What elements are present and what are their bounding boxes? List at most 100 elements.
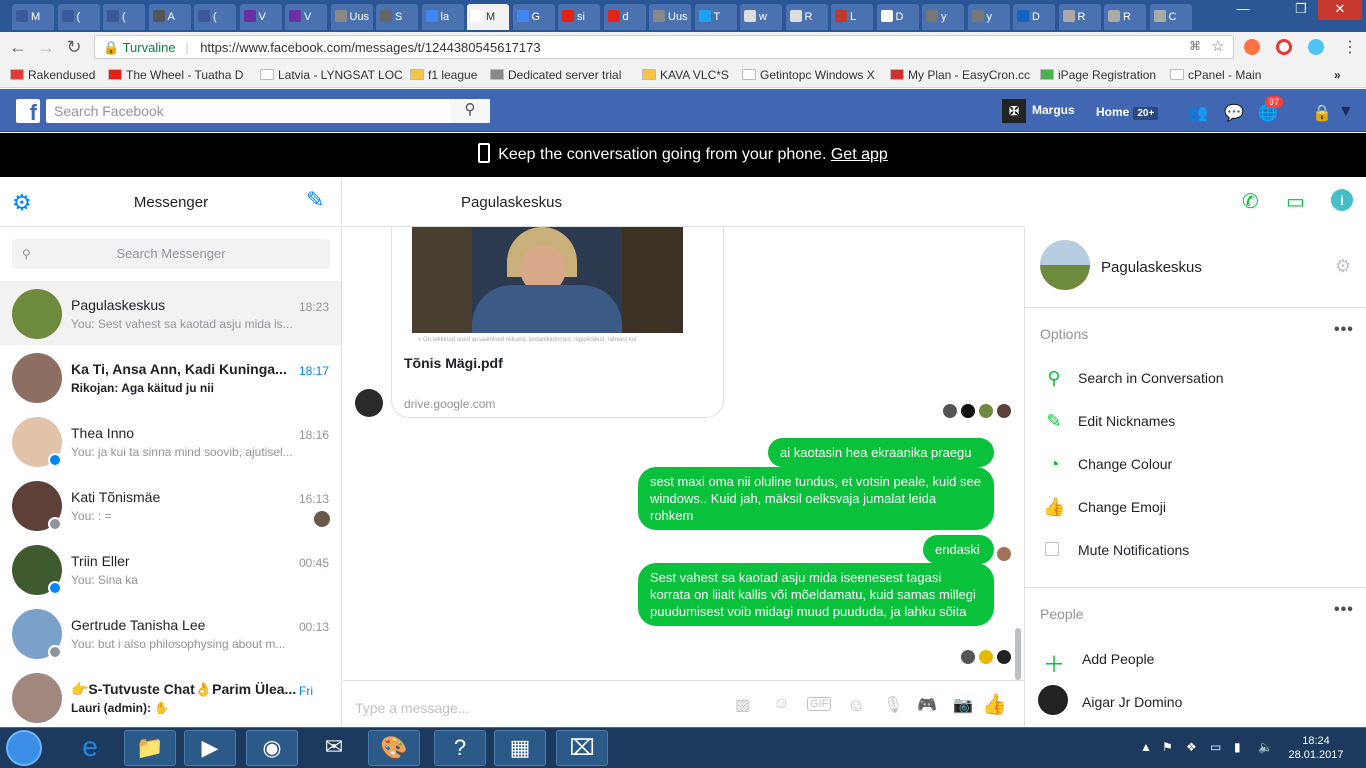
- browser-tab[interactable]: V: [285, 4, 327, 30]
- internet-explorer-icon[interactable]: e: [64, 730, 116, 766]
- option-change-colour[interactable]: Change Colour: [1078, 456, 1172, 472]
- chrome-icon[interactable]: ◉: [246, 730, 298, 766]
- thread-item[interactable]: Ka Ti, Ansa Ann, Kadi Kuninga... Rikojan:…: [0, 345, 341, 409]
- search-messenger-input[interactable]: ⚲ Search Messenger: [12, 239, 330, 269]
- browser-tab[interactable]: M: [467, 4, 509, 30]
- bookmark-item[interactable]: Dedicated server trial: [490, 68, 621, 82]
- browser-tab[interactable]: (: [194, 4, 236, 30]
- paint-icon[interactable]: 🎨: [368, 730, 420, 766]
- reload-icon[interactable]: ↻: [64, 37, 84, 57]
- browser-tab[interactable]: R: [1104, 4, 1146, 30]
- browser-tab[interactable]: si: [558, 4, 600, 30]
- browser-tab[interactable]: la: [421, 4, 464, 30]
- camera-icon[interactable]: 📷: [953, 695, 973, 715]
- browser-tab[interactable]: V: [239, 4, 282, 30]
- browser-tab[interactable]: R: [785, 4, 828, 30]
- browser-tab[interactable]: M: [12, 4, 54, 30]
- bookmark-item[interactable]: f1 league: [410, 68, 477, 82]
- extension-fire-icon[interactable]: [1244, 39, 1260, 55]
- opera-icon[interactable]: [1276, 39, 1292, 55]
- message-input[interactable]: Type a message...: [355, 700, 469, 716]
- thunderbird-icon[interactable]: ✉: [308, 730, 360, 766]
- friend-requests-icon[interactable]: 👥: [1188, 103, 1208, 123]
- bookmark-item[interactable]: My Plan - EasyCron.cc: [890, 68, 1030, 82]
- bookmark-star-icon[interactable]: ☆: [1211, 37, 1224, 55]
- browser-tab[interactable]: C: [1149, 4, 1192, 30]
- facebook-logo-icon[interactable]: f: [16, 99, 40, 123]
- add-people-button[interactable]: Add People: [1082, 651, 1154, 667]
- close-window-button[interactable]: ✕: [1318, 0, 1362, 20]
- address-bar[interactable]: 🔒 Turvaline | https://www.facebook.com/m…: [94, 35, 1234, 59]
- option-change-emoji[interactable]: Change Emoji: [1078, 499, 1166, 515]
- emoji-icon[interactable]: ☺: [847, 695, 865, 716]
- bookmark-item[interactable]: KAVA VLC*S: [642, 68, 729, 82]
- tray-flag-icon[interactable]: ⚑: [1162, 740, 1173, 754]
- option-edit-nicknames[interactable]: Edit Nicknames: [1078, 413, 1175, 429]
- search-icon[interactable]: ⚲: [450, 99, 490, 123]
- option-mute-notifications[interactable]: Mute Notifications: [1078, 542, 1189, 558]
- people-more-icon[interactable]: •••: [1334, 601, 1354, 619]
- browser-tab[interactable]: y: [967, 4, 1010, 30]
- browser-tab[interactable]: Uus: [330, 4, 373, 30]
- profile-link[interactable]: ✠ Margus: [1002, 99, 1075, 123]
- facebook-search-input[interactable]: Search Facebook: [46, 99, 490, 123]
- quick-help-icon[interactable]: 🔒: [1312, 103, 1332, 123]
- message-bubble[interactable]: endaski: [923, 535, 994, 564]
- bookmark-item[interactable]: The Wheel - Tuatha D: [108, 68, 243, 82]
- bookmark-item[interactable]: cPanel - Main: [1170, 68, 1261, 82]
- thread-item[interactable]: Thea Inno You: ja kui ta sinna mind soovi…: [0, 409, 341, 473]
- tray-volume-icon[interactable]: 🔈: [1258, 740, 1273, 754]
- media-player-icon[interactable]: ▶: [184, 730, 236, 766]
- minimize-button[interactable]: —: [1228, 0, 1258, 20]
- message-bubble[interactable]: ai kaotasin hea ekraanika praegu: [768, 438, 994, 467]
- winrar-icon[interactable]: ▦: [494, 730, 546, 766]
- account-dropdown-icon[interactable]: ▼: [1338, 103, 1354, 121]
- gear-icon[interactable]: ⚙: [1335, 256, 1351, 277]
- tray-dropbox-icon[interactable]: ❖: [1186, 740, 1197, 754]
- thread-item[interactable]: Pagulaskeskus You: Sest vahest sa kaotad …: [0, 281, 341, 345]
- chrome-menu-icon[interactable]: ⋮: [1342, 37, 1358, 57]
- back-arrow-icon[interactable]: ←: [8, 37, 28, 57]
- bookmark-item[interactable]: Latvia - LYNGSAT LOC: [260, 68, 403, 82]
- message-bubble[interactable]: Sest vahest sa kaotad asju mida iseenese…: [638, 563, 994, 626]
- thumbs-up-icon[interactable]: 👍: [982, 692, 1007, 717]
- browser-tab[interactable]: G: [512, 4, 555, 30]
- thread-item[interactable]: Kati Tõnismäe You: : = 16:13: [0, 473, 341, 537]
- option-search-in-conversation[interactable]: Search in Conversation: [1078, 370, 1224, 386]
- browser-tab[interactable]: d: [603, 4, 646, 30]
- forward-arrow-icon[interactable]: →: [36, 37, 56, 57]
- browser-tab[interactable]: D: [876, 4, 919, 30]
- browser-tab[interactable]: D: [1013, 4, 1055, 30]
- bookmark-item[interactable]: iPage Registration: [1040, 68, 1156, 82]
- home-link[interactable]: Home 20+: [1096, 105, 1159, 120]
- game-controller-icon[interactable]: 🎮: [917, 695, 937, 715]
- browser-tab[interactable]: w: [740, 4, 782, 30]
- mute-notifications-checkbox[interactable]: [1045, 542, 1059, 556]
- file-explorer-icon[interactable]: 📁: [124, 730, 176, 766]
- help-icon[interactable]: ?: [434, 730, 486, 766]
- browser-tab[interactable]: L: [831, 4, 873, 30]
- maximize-button[interactable]: ❐: [1286, 0, 1316, 20]
- sticker-icon[interactable]: ☺: [773, 695, 789, 713]
- bookmark-item[interactable]: Rakendused: [10, 68, 95, 82]
- bookmark-item[interactable]: Getintopc Windows X: [742, 68, 875, 82]
- thread-item[interactable]: Triin Eller You: Sina ka 00:45: [0, 537, 341, 601]
- conversation-scrollbar[interactable]: [1015, 628, 1021, 680]
- browser-tab[interactable]: R: [1058, 4, 1101, 30]
- browser-tab[interactable]: y: [922, 4, 964, 30]
- options-more-icon[interactable]: •••: [1334, 321, 1354, 339]
- browser-tab[interactable]: (: [57, 4, 100, 30]
- more-bookmarks[interactable]: »: [1334, 68, 1341, 82]
- person-name[interactable]: Aigar Jr Domino: [1082, 694, 1182, 710]
- extension-play-icon[interactable]: [1308, 39, 1324, 55]
- get-app-link[interactable]: Get app: [831, 146, 888, 163]
- usb-drive-icon[interactable]: ⌧: [556, 730, 608, 766]
- thread-item[interactable]: Gertrude Tanisha Lee You: but i also phil…: [0, 601, 341, 665]
- gif-icon[interactable]: GIF: [807, 697, 832, 711]
- phone-call-icon[interactable]: ✆: [1242, 189, 1259, 214]
- microphone-icon[interactable]: 🎙: [883, 695, 903, 715]
- browser-tab[interactable]: S: [376, 4, 418, 30]
- info-icon[interactable]: i: [1331, 189, 1353, 211]
- photo-icon[interactable]: ▨: [735, 695, 750, 715]
- thread-item[interactable]: 👉S-Tutvuste Chat👌Parim Ülea... Lauri (adm…: [0, 665, 341, 727]
